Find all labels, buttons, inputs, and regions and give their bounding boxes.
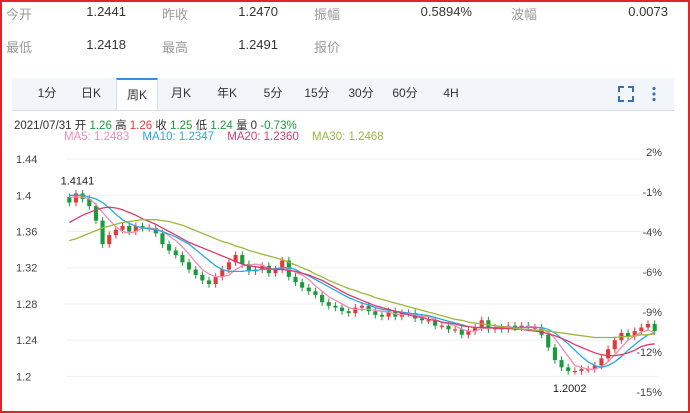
- candle-body: [206, 280, 212, 285]
- candle-body: [379, 314, 385, 317]
- candle-body: [453, 329, 458, 331]
- candle-body: [186, 262, 192, 270]
- candle-body: [320, 294, 325, 303]
- candle-body: [193, 269, 198, 275]
- candle-body: [599, 358, 604, 366]
- candle-body: [306, 287, 311, 292]
- candle-body: [200, 274, 205, 281]
- candle-body: [127, 226, 132, 232]
- candle-body: [339, 307, 345, 312]
- candle-body: [439, 325, 444, 327]
- candle-body: [67, 197, 72, 203]
- candle-body: [313, 291, 318, 295]
- y-tick-label: 1.2: [16, 371, 31, 383]
- y-right-tick-label: -1%: [642, 187, 662, 199]
- candle-body: [552, 347, 557, 361]
- y-tick-label: 1.28: [16, 299, 37, 311]
- candle-body: [359, 305, 365, 308]
- y-tick-label: 1.4: [16, 190, 31, 202]
- candle-body: [226, 262, 232, 270]
- candle-body: [167, 244, 172, 251]
- ma-line-ma30: [69, 219, 655, 339]
- candle-body: [240, 255, 245, 265]
- candle-body: [559, 360, 564, 368]
- y-right-tick-label: -6%: [642, 267, 662, 279]
- candle-body: [180, 255, 185, 263]
- candle-body: [446, 325, 451, 330]
- price-annotation: 1.2002: [553, 383, 587, 395]
- candle-body: [293, 276, 298, 283]
- candle-body: [612, 340, 617, 350]
- y-right-tick-label: -9%: [642, 307, 662, 319]
- candle-body: [220, 269, 225, 277]
- candle-body: [652, 323, 657, 332]
- candle-body: [546, 334, 551, 348]
- y-tick-label: 1.36: [16, 227, 37, 239]
- candle-body: [639, 327, 644, 332]
- candle-body: [173, 250, 178, 256]
- candle-body: [566, 367, 571, 371]
- candle-body: [100, 220, 105, 245]
- candlestick-chart: 1.44 1.4 1.36 1.32 1.28 1.24 1.2 2% -1% -4% -6% -9%…: [16, 147, 662, 399]
- y-tick-label: 1.32: [16, 263, 37, 275]
- candle-body: [426, 320, 431, 322]
- candle-body: [93, 206, 98, 221]
- candle-body: [213, 276, 218, 285]
- candle-body: [120, 226, 125, 230]
- ma-line-ma10: [69, 194, 655, 369]
- candle-body: [419, 318, 424, 321]
- candle-body: [160, 233, 165, 245]
- price-annotation: 1.4141: [61, 175, 95, 187]
- candle-body: [366, 305, 371, 312]
- candle-body: [645, 323, 651, 328]
- candle-body: [579, 369, 584, 371]
- candle-body: [606, 349, 611, 359]
- candle-body: [300, 282, 305, 288]
- y-right-tick-label: -15%: [636, 387, 662, 399]
- y-tick-label: 1.44: [16, 154, 37, 166]
- candle-body: [373, 311, 378, 315]
- candle-body: [326, 302, 331, 306]
- candle-body: [333, 305, 338, 308]
- y-right-tick-label: -4%: [642, 227, 662, 239]
- y-right-tick-label: 2%: [646, 147, 662, 159]
- candle-body: [107, 235, 112, 245]
- candle-body: [572, 370, 577, 373]
- candle-body: [113, 229, 118, 236]
- y-tick-label: 1.24: [16, 335, 37, 347]
- candle-body: [346, 311, 351, 314]
- y-right-tick-label: -12%: [636, 347, 662, 359]
